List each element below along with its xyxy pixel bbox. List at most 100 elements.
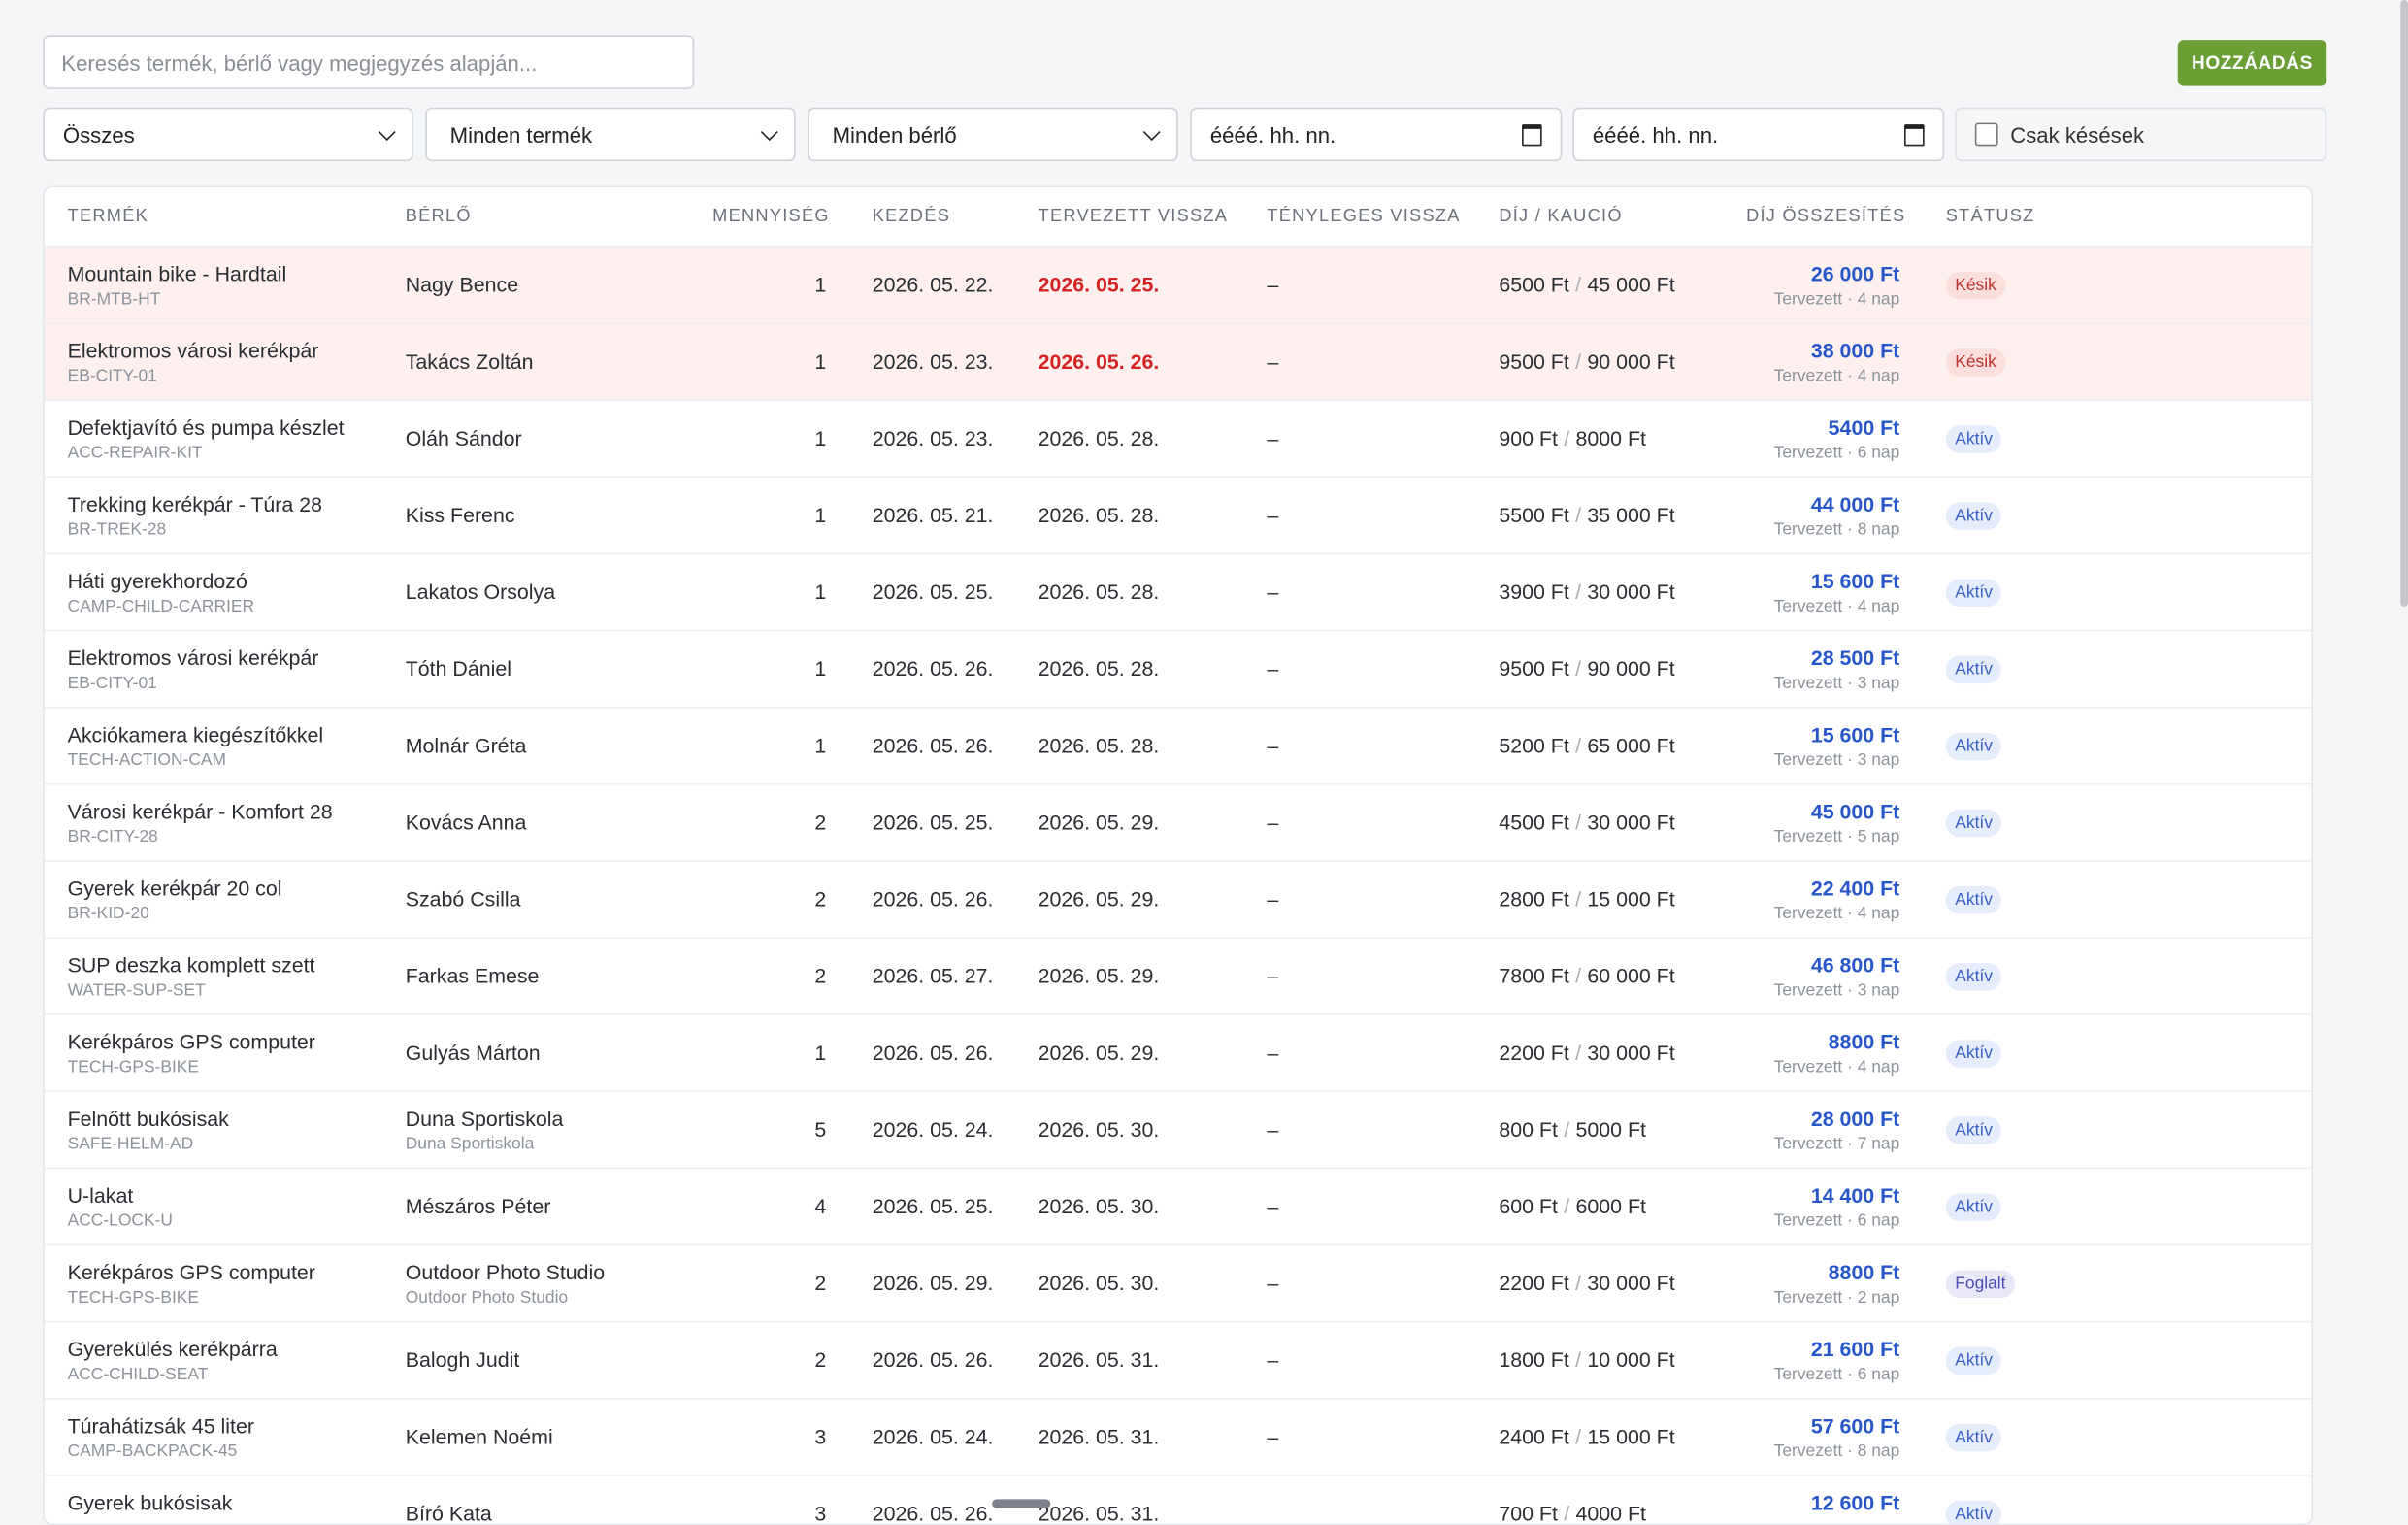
date-to-input[interactable]: éééé. hh. nn. (1572, 107, 1945, 162)
renter-name: Farkas Emese (405, 964, 540, 988)
chevron-down-icon (760, 122, 778, 141)
table-row[interactable]: Elektromos városi kerékpár EB-CITY-01 Tóth… (44, 629, 2312, 707)
fee-total: 12 600 Ft (1810, 1491, 1900, 1515)
fee-deposit: 9500 Ft /90 000 Ft (1499, 657, 1674, 680)
separator: / (1575, 964, 1582, 988)
calendar-icon[interactable] (1522, 123, 1542, 146)
quantity: 5 (814, 1117, 827, 1142)
quantity: 4 (814, 1195, 827, 1218)
col-header-fee-deposit[interactable]: DÍJ / KAUCIÓ (1499, 187, 1622, 246)
start-date: 2026. 05. 26. (872, 1502, 994, 1525)
product-name: Kerékpáros GPS computer (67, 1261, 315, 1284)
start-date: 2026. 05. 21. (872, 503, 994, 527)
table-row[interactable]: Mountain bike - Hardtail BR-MTB-HT Nagy Be… (44, 246, 2312, 323)
quantity: 3 (814, 1502, 827, 1525)
late-only-checkbox[interactable] (1974, 122, 1998, 147)
planned-return-date: 2026. 05. 28. (1038, 503, 1160, 527)
table-row[interactable]: Háti gyerekhordozó CAMP-CHILD-CARRIER Laka… (44, 552, 2312, 630)
deposit: 90 000 Ft (1587, 349, 1675, 374)
separator: / (1575, 580, 1582, 604)
chevron-down-icon (1142, 122, 1161, 141)
add-button[interactable]: HOZZÁADÁS (2177, 40, 2327, 86)
separator: / (1575, 657, 1582, 680)
table-row[interactable]: Gyerekülés kerékpárra ACC-CHILD-SEAT Balog… (44, 1320, 2312, 1398)
fee-deposit: 2800 Ft/15 000 Ft (1499, 888, 1674, 912)
daily-fee: 5200 Ft (1499, 734, 1569, 758)
daily-fee: 7800 Ft (1499, 964, 1569, 988)
separator: / (1575, 1041, 1582, 1065)
product-code: ACC-REPAIR-KIT (67, 444, 203, 463)
daily-fee: 9500 Ft (1499, 349, 1569, 374)
deposit: 30 000 Ft (1587, 1041, 1675, 1065)
calendar-icon[interactable] (1904, 123, 1925, 146)
status-badge: Aktív (1945, 425, 2002, 453)
product-select[interactable]: Minden termék (425, 107, 796, 162)
status-badge: Késik (1945, 348, 2006, 377)
table-row[interactable]: U-lakat ACC-LOCK-U Mészáros Péter 4 2026. 05… (44, 1167, 2312, 1244)
table-row[interactable]: Kerékpáros GPS computer TECH-GPS-BIKE Guly… (44, 1013, 2312, 1090)
planned-return-date: 2026. 05. 25. (1038, 273, 1160, 297)
product-name: Kerékpáros GPS computer (67, 1030, 315, 1054)
product-name: Elektromos városi kerékpár (67, 339, 319, 363)
table-row[interactable]: Trekking kerékpár - Túra 28 BR-TREK-28 Kis… (44, 476, 2312, 553)
quantity: 3 (814, 1425, 827, 1449)
horizontal-scrollbar[interactable] (992, 1499, 1051, 1508)
daily-fee: 600 Ft (1499, 1195, 1558, 1218)
start-date: 2026. 05. 26. (872, 657, 994, 680)
col-header-start[interactable]: KEZDÉS (873, 187, 950, 246)
start-date: 2026. 05. 25. (872, 811, 994, 835)
fee-total-detail: Tervezett · 3 nap (1773, 981, 1900, 1001)
product-code: WATER-SUP-SET (67, 981, 206, 1001)
fee-deposit: 3900 Ft/30 000 Ft (1499, 580, 1674, 604)
table-row[interactable]: Városi kerékpár - Komfort 28 BR-CITY-28 Ko… (44, 782, 2312, 860)
late-only-filter[interactable]: Csak késések (1955, 107, 2327, 162)
col-header-quantity[interactable]: MENNYISÉG (712, 187, 830, 246)
fee-deposit: 5200 Ft/65 000 Ft (1499, 734, 1674, 757)
table-row[interactable]: Gyerek bukósisak Bíró Kata 3 2026. 05. 26. 2… (44, 1475, 2312, 1525)
fee-deposit: 6500 Ft/45 000 Ft (1499, 274, 1674, 297)
renter-name: Tóth Dániel (405, 657, 511, 680)
fee-deposit: 5500 Ft/35 000 Ft (1499, 504, 1674, 527)
col-header-actual-return[interactable]: TÉNYLEGES VISSZA (1267, 187, 1460, 246)
status-badge: Aktív (1945, 1346, 2002, 1376)
actual-return-date: – (1267, 964, 1279, 988)
col-header-fee-total[interactable]: DÍJ ÖSSZESÍTÉS (1746, 187, 1905, 246)
deposit: 8000 Ft (1575, 426, 1646, 450)
table-row[interactable]: Defektjavító és pumpa készlet ACC-REPAIR-… (44, 399, 2312, 476)
daily-fee: 2200 Ft (1499, 1041, 1569, 1065)
date-from-input[interactable]: éééé. hh. nn. (1190, 107, 1563, 162)
renter-select[interactable]: Minden bérlő (808, 107, 1178, 162)
table-row[interactable]: Elektromos városi kerékpár EB-CITY-01 Taká… (44, 322, 2312, 400)
deposit: 30 000 Ft (1587, 1272, 1675, 1295)
fee-total: 38 000 Ft (1810, 339, 1900, 363)
table-row[interactable]: Túrahátizsák 45 liter CAMP-BACKPACK-45 Kel… (44, 1397, 2312, 1475)
search-input[interactable] (43, 35, 695, 89)
col-header-status[interactable]: STÁTUSZ (1946, 187, 2035, 246)
fee-total: 26 000 Ft (1810, 262, 1900, 286)
col-header-product[interactable]: TERMÉK (68, 187, 148, 246)
product-code: EB-CITY-01 (67, 674, 157, 693)
product-name: Defektjavító és pumpa készlet (67, 415, 345, 440)
table-row[interactable]: Kerékpáros GPS computer TECH-GPS-BIKE Outd… (44, 1243, 2312, 1321)
separator: / (1575, 273, 1582, 297)
table-row[interactable]: SUP deszka komplett szett WATER-SUP-SET Fa… (44, 937, 2312, 1013)
col-header-planned-return[interactable]: TERVEZETT VISSZA (1039, 187, 1229, 246)
product-name: Városi kerékpár - Komfort 28 (67, 800, 333, 824)
fee-total: 14 400 Ft (1810, 1183, 1900, 1208)
fee-total: 15 600 Ft (1810, 723, 1900, 746)
table-row[interactable]: Akciókamera kiegészítőkkel TECH-ACTION-CA… (44, 706, 2312, 783)
status-badge: Aktív (1945, 655, 2002, 684)
quantity: 1 (814, 1041, 827, 1065)
quantity: 1 (814, 657, 827, 680)
renter-name: Outdoor Photo Studio (405, 1261, 606, 1284)
renter-select-value: Minden bérlő (832, 121, 957, 148)
status-select[interactable]: Összes (43, 107, 413, 162)
table-row[interactable]: Felnőtt bukósisak SAFE-HELM-AD Duna Sporti… (44, 1090, 2312, 1167)
vertical-scrollbar[interactable] (2400, 0, 2408, 608)
col-header-renter[interactable]: BÉRLŐ (406, 187, 472, 246)
deposit: 45 000 Ft (1587, 273, 1675, 297)
table-row[interactable]: Gyerek kerékpár 20 col BR-KID-20 Szabó Csi… (44, 860, 2312, 937)
fee-total: 15 600 Ft (1810, 570, 1900, 593)
planned-return-date: 2026. 05. 30. (1038, 1117, 1160, 1142)
quantity: 2 (814, 1348, 827, 1372)
